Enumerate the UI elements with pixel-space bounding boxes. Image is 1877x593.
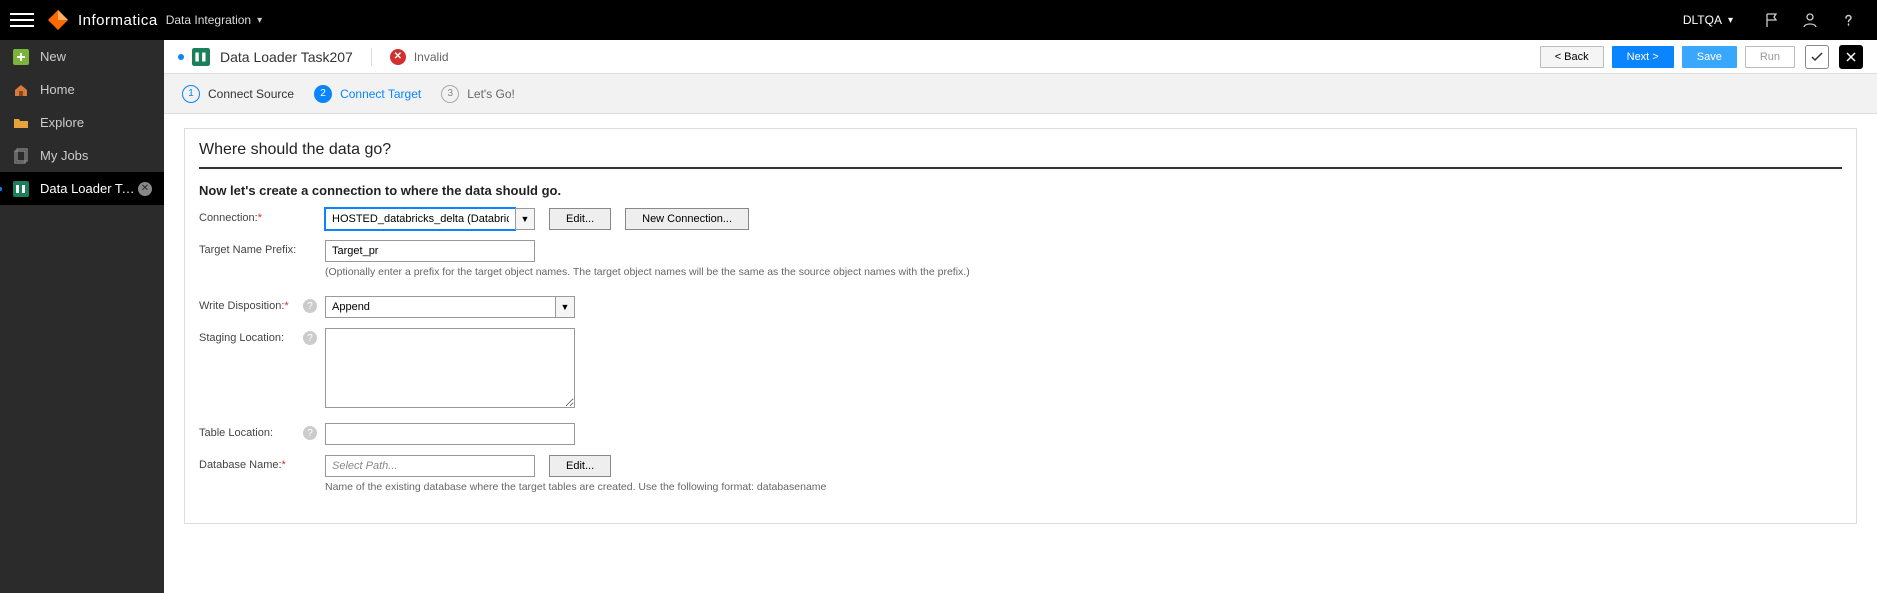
db-label: Database Name:*	[199, 455, 325, 471]
main: Data Loader Task207 ✕ Invalid < Back Nex…	[164, 40, 1877, 593]
table-input[interactable]	[325, 423, 575, 445]
step-label: Let's Go!	[467, 87, 515, 101]
chevron-down-icon[interactable]: ▼	[515, 208, 535, 230]
dirty-indicator	[178, 54, 184, 60]
step-label: Connect Source	[208, 87, 294, 101]
step-number: 2	[314, 85, 332, 103]
sidebar-item-label: Explore	[40, 115, 152, 130]
task-icon	[192, 48, 210, 66]
help-icon[interactable]: ?	[303, 331, 317, 345]
connection-input[interactable]	[325, 208, 515, 230]
connection-label: Connection:*	[199, 208, 325, 224]
save-button[interactable]: Save	[1682, 46, 1737, 68]
help-icon[interactable]	[1837, 9, 1859, 31]
write-input[interactable]	[325, 296, 555, 318]
step-connect-source[interactable]: 1 Connect Source	[182, 85, 294, 103]
content: Where should the data go? Now let's crea…	[164, 114, 1877, 593]
topbar: Informatica Data Integration ▾ DLTQA ▾	[0, 0, 1877, 40]
back-button[interactable]: < Back	[1540, 46, 1604, 68]
chevron-down-icon[interactable]: ▾	[1728, 15, 1733, 26]
validate-icon[interactable]	[1805, 45, 1829, 69]
sidebar-item-label: Data Loader Task2...	[40, 181, 138, 196]
help-icon[interactable]: ?	[303, 299, 317, 313]
sidebar-item-home[interactable]: Home	[0, 73, 164, 106]
flag-icon[interactable]	[1761, 9, 1783, 31]
staging-textarea[interactable]	[325, 328, 575, 408]
step-connect-target[interactable]: 2 Connect Target	[314, 85, 421, 103]
sidebar-item-label: My Jobs	[40, 148, 152, 163]
prefix-label: Target Name Prefix:	[199, 240, 325, 256]
step-number: 3	[441, 85, 459, 103]
step-label: Connect Target	[340, 87, 421, 101]
help-icon[interactable]: ?	[303, 426, 317, 440]
db-edit-button[interactable]: Edit...	[549, 455, 611, 477]
informatica-logo-icon	[46, 8, 70, 32]
section-heading: Where should the data go?	[199, 129, 1842, 169]
prefix-hint: (Optionally enter a prefix for the targe…	[325, 266, 970, 278]
plus-icon	[12, 48, 30, 66]
sidebar-item-new[interactable]: New	[0, 40, 164, 73]
titlebar: Data Loader Task207 ✕ Invalid < Back Nex…	[164, 40, 1877, 74]
sidebar-item-label: Home	[40, 82, 152, 97]
close-icon[interactable]: ✕	[138, 182, 152, 196]
tenant-name[interactable]: DLTQA	[1683, 13, 1722, 27]
task-icon	[12, 180, 30, 198]
new-connection-button[interactable]: New Connection...	[625, 208, 749, 230]
db-hint: Name of the existing database where the …	[325, 481, 826, 493]
section-subheading: Now let's create a connection to where t…	[199, 183, 1842, 198]
prefix-input[interactable]	[325, 240, 535, 262]
next-button[interactable]: Next >	[1612, 46, 1674, 68]
step-number: 1	[182, 85, 200, 103]
step-lets-go[interactable]: 3 Let's Go!	[441, 85, 515, 103]
chevron-down-icon[interactable]: ▼	[555, 296, 575, 318]
brand-text: Informatica	[78, 12, 158, 29]
hamburger-menu[interactable]	[10, 8, 34, 32]
sidebar: New Home Explore My Jobs Data Loader Tas…	[0, 40, 164, 593]
divider	[371, 48, 372, 66]
home-icon	[12, 81, 30, 99]
product-name[interactable]: Data Integration	[166, 13, 251, 27]
edit-connection-button[interactable]: Edit...	[549, 208, 611, 230]
close-button[interactable]	[1839, 45, 1863, 69]
run-button: Run	[1745, 46, 1795, 68]
sidebar-item-task[interactable]: Data Loader Task2... ✕	[0, 172, 164, 205]
sidebar-item-myjobs[interactable]: My Jobs	[0, 139, 164, 172]
jobs-icon	[12, 147, 30, 165]
db-input[interactable]	[325, 455, 535, 477]
write-disposition-field[interactable]: ▼	[325, 296, 575, 318]
status-text: Invalid	[414, 50, 449, 64]
chevron-down-icon[interactable]: ▾	[257, 15, 262, 26]
stepper: 1 Connect Source 2 Connect Target 3 Let'…	[164, 74, 1877, 114]
task-title: Data Loader Task207	[220, 49, 353, 65]
user-icon[interactable]	[1799, 9, 1821, 31]
folder-icon	[12, 114, 30, 132]
error-icon: ✕	[390, 49, 406, 65]
connection-field[interactable]: ▼	[325, 208, 535, 230]
sidebar-item-explore[interactable]: Explore	[0, 106, 164, 139]
sidebar-item-label: New	[40, 49, 152, 64]
